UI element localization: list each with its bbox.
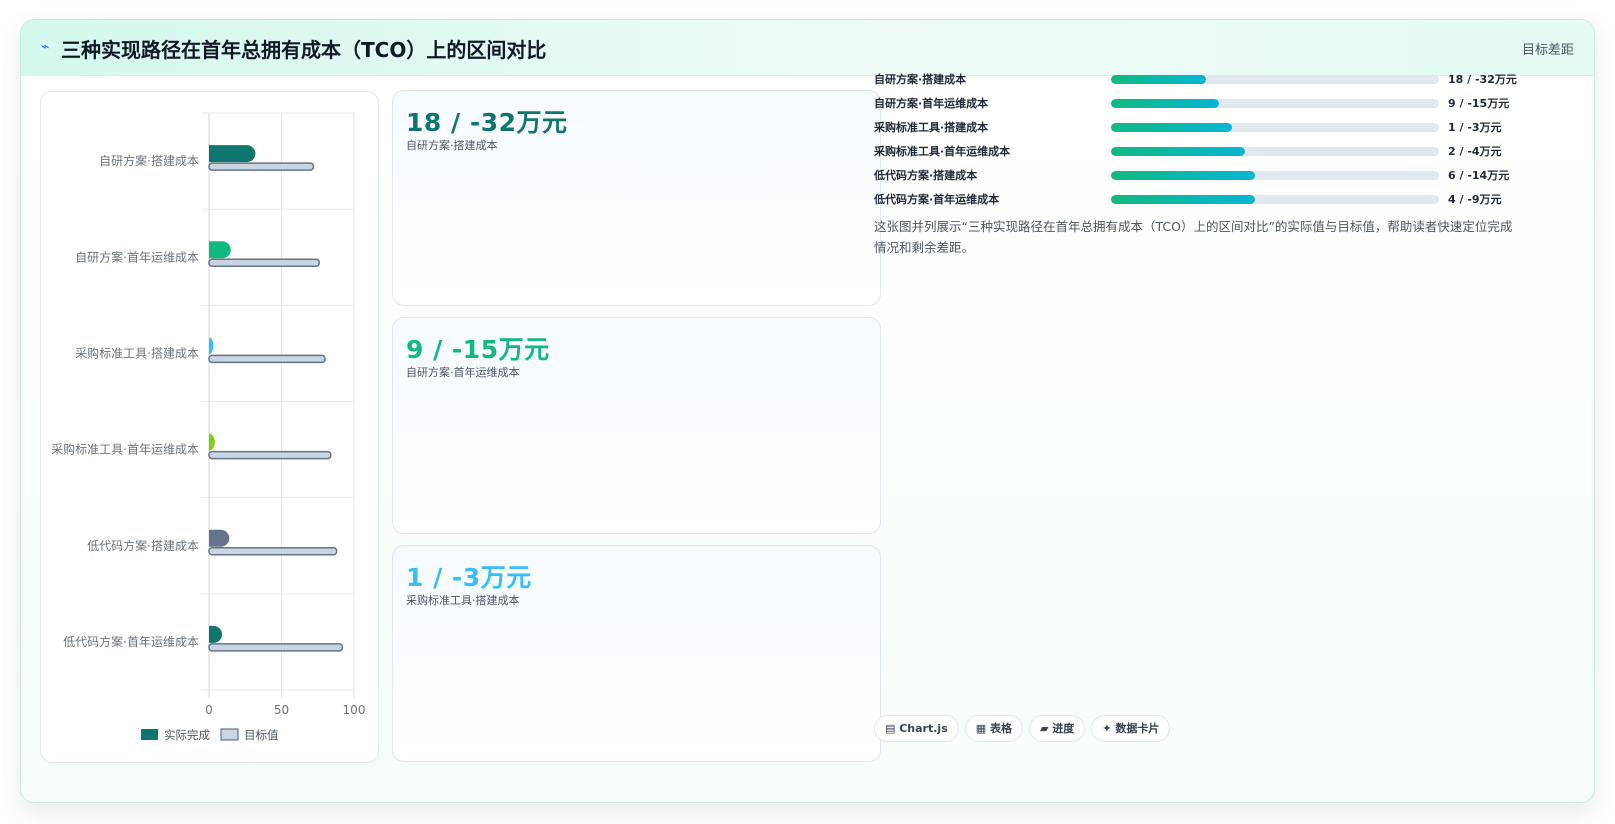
target-bar [208, 547, 338, 556]
y-category-label: 低代码方案·搭建成本 [87, 538, 199, 553]
y-category-label: 自研方案·首年运维成本 [75, 249, 199, 264]
dashboard-card: ⌁ 三种实现路径在首年总拥有成本（TCO）上的区间对比 目标差距 0 50 100 自… [20, 19, 1595, 803]
progress-value: 18 / -32万元 [1448, 73, 1517, 86]
chip-label: 表格 [989, 722, 1012, 735]
chip-label: Chart.js [899, 722, 948, 735]
kpi-value: 9 / -15万元 [406, 335, 550, 364]
x-tick-label: 100 [343, 703, 366, 717]
x-tick-label: 50 [274, 703, 289, 717]
chip-row: ▤ Chart.js ▦ 表格 ▰ 进度 ✦ 数据卡片 [874, 715, 1176, 742]
progress-fill [1111, 147, 1246, 156]
page-title: 三种实现路径在首年总拥有成本（TCO）上的区间对比 [61, 38, 547, 62]
progress-fill [1111, 99, 1220, 108]
y-category-label: 采购标准工具·搭建成本 [75, 345, 199, 360]
progress-label: 自研方案·搭建成本 [874, 73, 967, 86]
y-category-label: 低代码方案·首年运维成本 [63, 634, 199, 649]
sparkle-icon: ✦ [1102, 722, 1116, 735]
progress-label: 低代码方案·搭建成本 [874, 169, 978, 182]
kpi-card: 18 / -32万元 自研方案·搭建成本 [392, 90, 881, 306]
y-category-label: 采购标准工具·首年运维成本 [51, 442, 199, 457]
progress-row: 自研方案·搭建成本 18 / -32万元 [874, 70, 1517, 88]
progress-row: 采购标准工具·搭建成本 1 / -3万元 [874, 118, 1514, 136]
kpi-card: 1 / -3万元 采购标准工具·搭建成本 [392, 545, 881, 762]
kpi-label: 采购标准工具·搭建成本 [406, 594, 520, 607]
progress-track [1111, 99, 1439, 108]
progress-fill [1111, 123, 1233, 132]
progress-value: 6 / -14万元 [1448, 169, 1510, 182]
chip-label: 进度 [1052, 722, 1075, 735]
chip-chartjs[interactable]: ▤ Chart.js [874, 715, 959, 742]
y-category-label: 自研方案·搭建成本 [99, 153, 199, 168]
actual-bar [209, 625, 223, 643]
progress-track [1111, 171, 1439, 180]
target-bar [208, 258, 320, 267]
progress-track [1111, 195, 1439, 204]
chart-description: 这张图并列展示“三种实现路径在首年总拥有成本（TCO）上的区间对比”的实际值与目… [874, 219, 1513, 255]
target-bar [208, 162, 315, 171]
legend-swatch-target [220, 728, 239, 741]
progress-label: 自研方案·首年运维成本 [874, 97, 989, 110]
kpi-label: 自研方案·首年运维成本 [406, 366, 520, 379]
progress-value: 9 / -15万元 [1448, 97, 1510, 110]
card-header: ⌁ 三种实现路径在首年总拥有成本（TCO）上的区间对比 目标差距 [21, 20, 1594, 76]
kpi-label: 自研方案·搭建成本 [406, 139, 498, 152]
progress-value: 4 / -9万元 [1448, 193, 1502, 206]
gap-badge[interactable]: 目标差距 [1522, 39, 1574, 58]
actual-bar [209, 241, 231, 259]
target-bar [208, 643, 344, 652]
chip-data-card[interactable]: ✦ 数据卡片 [1091, 715, 1171, 742]
legend-label-target: 目标值 [244, 728, 279, 742]
chip-table[interactable]: ▦ 表格 [964, 715, 1023, 742]
kpi-value: 1 / -3万元 [406, 563, 532, 592]
progress-icon: ▰ [1039, 722, 1053, 735]
progress-row: 采购标准工具·首年运维成本 2 / -4万元 [874, 142, 1514, 160]
chip-label: 数据卡片 [1115, 722, 1160, 735]
target-bar [208, 450, 332, 460]
legend-swatch-actual [141, 729, 158, 740]
bolt-icon: ⌁ [41, 39, 50, 55]
progress-label: 采购标准工具·首年运维成本 [874, 145, 1011, 158]
progress-row: 低代码方案·搭建成本 6 / -14万元 [874, 166, 1514, 184]
chart-icon: ▤ [885, 722, 900, 735]
progress-fill [1111, 75, 1207, 84]
x-tick-label: 0 [205, 703, 213, 717]
actual-bar [209, 145, 256, 163]
table-icon: ▦ [975, 722, 990, 735]
progress-row: 低代码方案·首年运维成本 4 / -9万元 [874, 190, 1514, 208]
actual-bar [209, 337, 214, 355]
kpi-card: 9 / -15万元 自研方案·首年运维成本 [392, 317, 881, 534]
progress-track [1111, 147, 1439, 156]
progress-fill [1111, 195, 1256, 204]
progress-value: 2 / -4万元 [1448, 145, 1502, 158]
bar-chart-panel: 0 50 100 自研方案·搭建成本自研方案·首年运维成本 采购标准工具·搭建成本采购标… [40, 91, 379, 763]
bar-chart: 0 50 100 自研方案·搭建成本自研方案·首年运维成本采购标准工具·搭建成本采购标… [51, 112, 366, 742]
progress-track [1111, 123, 1439, 132]
progress-fill [1111, 171, 1256, 180]
progress-row: 自研方案·首年运维成本 9 / -15万元 [874, 94, 1514, 112]
actual-bar [209, 433, 215, 451]
kpi-value: 18 / -32万元 [406, 108, 568, 137]
actual-bar [209, 529, 230, 547]
progress-value: 1 / -3万元 [1448, 121, 1502, 134]
legend-label-actual: 实际完成 [164, 728, 210, 742]
progress-label: 采购标准工具·搭建成本 [874, 121, 989, 134]
target-bar [208, 354, 326, 364]
progress-track [1111, 75, 1439, 84]
chip-progress[interactable]: ▰ 进度 [1028, 715, 1086, 742]
progress-label: 低代码方案·首年运维成本 [874, 193, 1000, 206]
